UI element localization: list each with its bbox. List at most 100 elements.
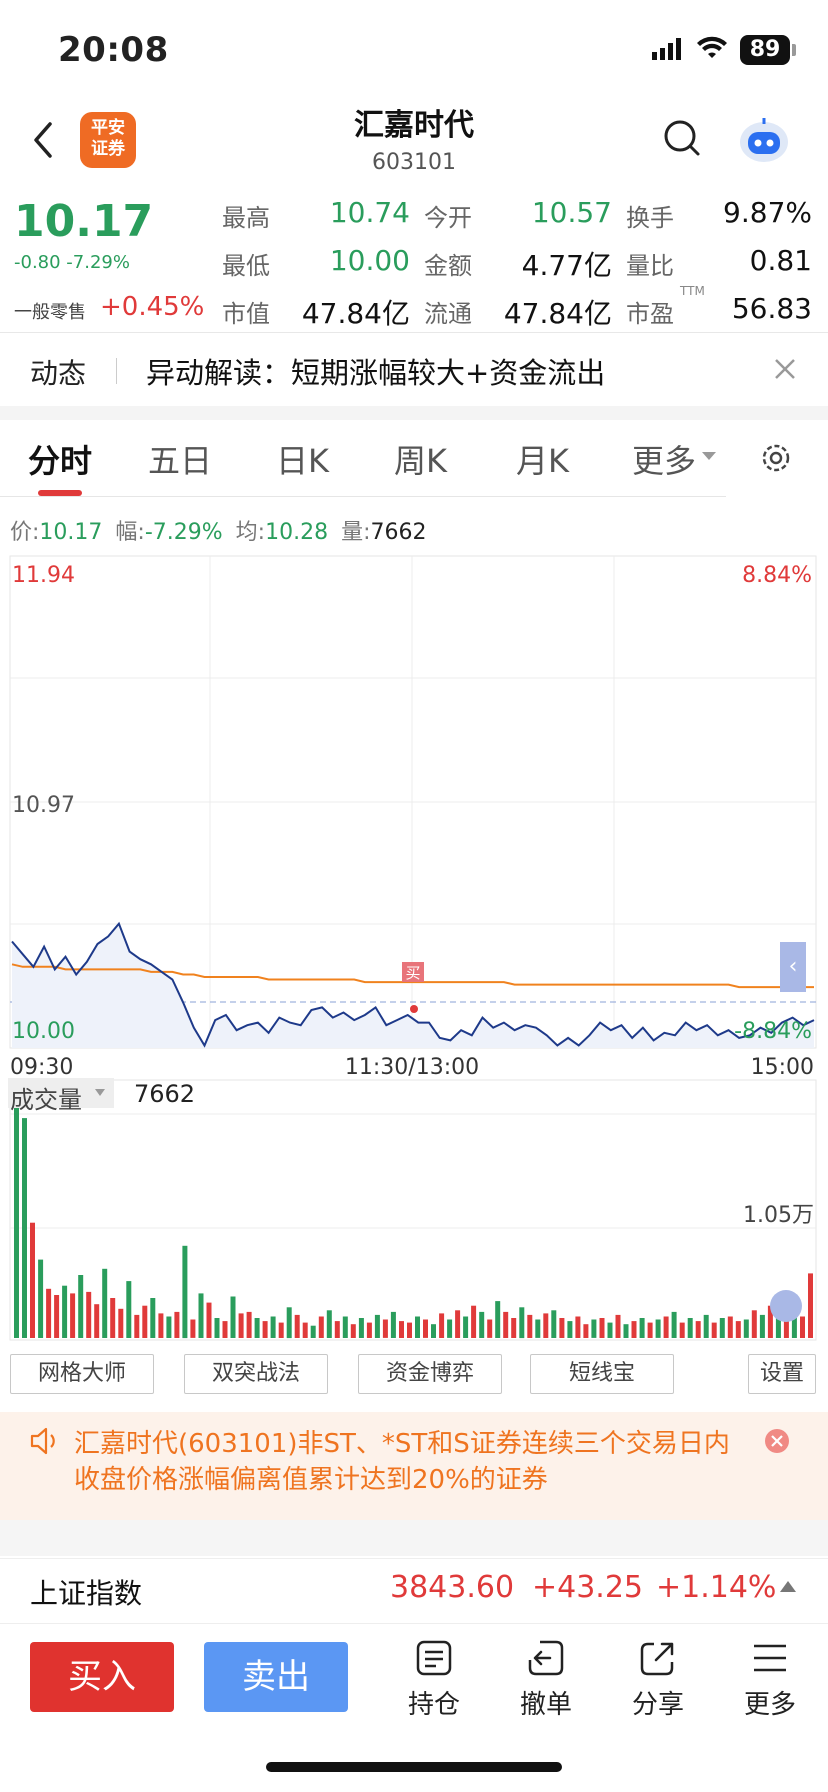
intraday-chart[interactable]: 买 ‹ 11.94 10.97 10.00 8.84% -8.84% 09:30… — [0, 552, 828, 1342]
volume-bar — [559, 1318, 565, 1338]
volume-bar — [358, 1318, 364, 1338]
buy-button[interactable]: 买入 — [30, 1642, 174, 1712]
amount-label: 金额 — [424, 252, 472, 280]
volume-bar — [447, 1319, 453, 1338]
warning-close-icon[interactable] — [764, 1428, 790, 1454]
info-range: 幅:-7.29% — [115, 520, 223, 545]
volume-bar — [423, 1319, 428, 1338]
volume-bar — [503, 1311, 509, 1338]
volume-bar — [735, 1321, 741, 1338]
volume-bar — [639, 1318, 645, 1338]
tab-weekly-k[interactable]: 周K — [394, 436, 447, 482]
gear-icon[interactable] — [758, 440, 794, 476]
volume-bar — [695, 1321, 701, 1338]
battery-icon: 89 — [740, 35, 790, 65]
volume-bar — [30, 1222, 35, 1338]
volume-bar — [142, 1305, 148, 1338]
volume-bar — [631, 1321, 637, 1338]
volume-bar — [286, 1307, 292, 1339]
volume-bar — [615, 1314, 621, 1338]
x-tick-close: 15:00 — [751, 1055, 814, 1080]
high-label: 最高 — [222, 204, 270, 232]
volume-value: 7662 — [134, 1080, 196, 1108]
volume-bar — [350, 1324, 356, 1338]
volume-bar — [607, 1322, 613, 1338]
tool-fund-game[interactable]: 资金博弈 — [358, 1354, 502, 1394]
volume-bar — [198, 1293, 204, 1338]
volume-bar — [94, 1304, 100, 1338]
caret-up-icon[interactable] — [778, 1578, 798, 1594]
volume-bar — [166, 1316, 172, 1338]
volume-bar — [334, 1321, 340, 1338]
index-percent: +1.14% — [656, 1570, 777, 1605]
tab-daily-k[interactable]: 日K — [276, 436, 329, 482]
warning-text: 汇嘉时代(603101)非ST、*ST和S证券连续三个交易日内 收盘价格涨幅偏离… — [74, 1426, 764, 1498]
volume-bar — [374, 1314, 380, 1338]
turnover-label: 换手 — [626, 204, 674, 232]
volume-bar — [439, 1313, 445, 1338]
tool-short-line[interactable]: 短线宝 — [530, 1354, 674, 1394]
more-button[interactable]: 更多 — [730, 1638, 810, 1721]
volume-bar — [727, 1316, 733, 1338]
volume-bars — [14, 1092, 813, 1339]
x-tick-open: 09:30 — [10, 1055, 73, 1080]
holdings-button[interactable]: 持仓 — [394, 1638, 474, 1721]
volume-bar — [126, 1281, 132, 1338]
tab-more[interactable]: 更多 — [632, 436, 696, 482]
news-tag: 动态 — [30, 357, 87, 390]
volume-bar — [206, 1302, 212, 1338]
home-indicator — [266, 1762, 562, 1772]
odd-lot-value: +0.45% — [100, 292, 205, 322]
buy-point — [410, 1005, 418, 1013]
volume-bar — [679, 1322, 685, 1338]
share-button[interactable]: 分享 — [618, 1638, 698, 1721]
news-headline[interactable]: 异动解读：短期涨幅较大+资金流出 — [146, 350, 605, 392]
search-icon[interactable] — [662, 118, 702, 158]
holdings-label: 持仓 — [407, 1690, 460, 1720]
volume-bar — [182, 1245, 188, 1339]
more-label: 更多 — [743, 1690, 796, 1720]
volume-bar — [511, 1318, 517, 1338]
cancel-order-button[interactable]: 撤单 — [506, 1638, 586, 1721]
tool-settings[interactable]: 设置 — [748, 1354, 816, 1394]
volume-bar — [655, 1319, 661, 1338]
volume-bar — [663, 1316, 669, 1338]
volume-bar — [174, 1311, 180, 1338]
volume-bar — [751, 1310, 757, 1338]
volume-axis-label: 1.05万 — [743, 1203, 814, 1228]
volume-bar — [407, 1322, 412, 1338]
intraday-info: 价:10.17 幅:-7.29% 均:10.28 量:7662 — [10, 514, 432, 546]
volume-bar — [719, 1318, 725, 1338]
volume-bar — [535, 1319, 541, 1338]
tab-five-day[interactable]: 五日 — [148, 436, 212, 482]
volume-bar — [463, 1316, 469, 1338]
volume-label: 成交量 — [10, 1086, 82, 1114]
back-arrow-icon[interactable] — [26, 118, 60, 162]
tab-intraday[interactable]: 分时 — [28, 436, 92, 482]
index-name: 上证指数 — [30, 1577, 143, 1610]
float-cap-value: 47.84亿 — [503, 297, 612, 330]
info-price: 价:10.17 — [10, 520, 103, 545]
volume-bar — [278, 1322, 284, 1338]
volume-bar — [487, 1319, 493, 1338]
volume-bar — [390, 1311, 396, 1338]
wifi-icon — [697, 36, 727, 58]
volume-bar — [190, 1319, 196, 1338]
holdings-icon — [416, 1640, 452, 1676]
volume-bar — [302, 1322, 308, 1338]
sell-button[interactable]: 卖出 — [204, 1642, 348, 1712]
volume-bar — [759, 1314, 765, 1338]
ai-assistant-icon[interactable] — [736, 112, 792, 168]
close-icon[interactable] — [770, 354, 800, 384]
volume-bar — [54, 1295, 60, 1338]
tool-double-break[interactable]: 双突战法 — [184, 1354, 328, 1394]
volume-bar — [158, 1313, 164, 1338]
caret-down-icon — [95, 1089, 105, 1096]
volume-bar — [382, 1319, 388, 1338]
fullscreen-icon[interactable] — [770, 1290, 802, 1322]
chevron-down-icon — [702, 452, 716, 460]
section-gap — [0, 1520, 828, 1556]
tab-monthly-k[interactable]: 月K — [516, 436, 569, 482]
volume-ratio-label: 量比 — [626, 252, 674, 280]
tool-grid-master[interactable]: 网格大师 — [10, 1354, 154, 1394]
